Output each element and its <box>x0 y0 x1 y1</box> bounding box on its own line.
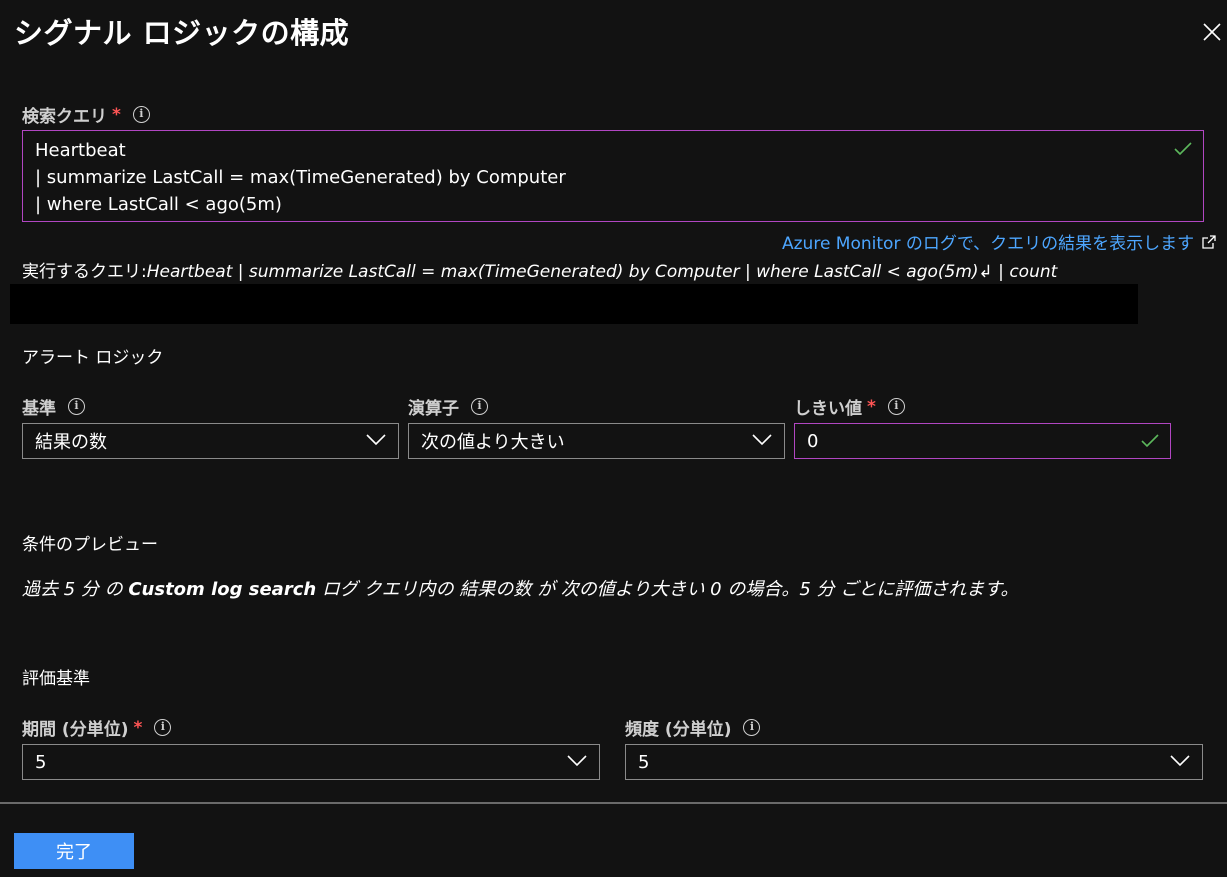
period-select-value: 5 <box>35 751 47 773</box>
checkmark-icon <box>1141 434 1159 448</box>
frequency-label-text: 頻度 (分単位) <box>625 720 732 740</box>
preview-text-part2: ログ クエリ内の 結果の数 が 次の値より大きい 0 の場合。5 分 ごとに評価… <box>316 579 1019 600</box>
required-mark: * <box>867 396 876 417</box>
search-query-label: 検索クエリ * i <box>22 102 150 127</box>
executed-query-label: 実行するクエリ: <box>22 262 147 282</box>
required-mark: * <box>133 717 143 738</box>
preview-text: 過去 5 分 の Custom log search ログ クエリ内の 結果の数… <box>22 575 1018 601</box>
info-icon[interactable]: i <box>68 398 85 415</box>
period-label-text: 期間 (分単位) <box>22 720 129 740</box>
view-results-link[interactable]: Azure Monitor のログで、クエリの結果を表示します <box>782 229 1216 254</box>
threshold-input-value: 0 <box>807 430 819 452</box>
frequency-label: 頻度 (分単位) i <box>625 715 761 740</box>
close-icon[interactable] <box>1198 18 1226 46</box>
basis-select[interactable]: 結果の数 <box>22 423 399 459</box>
threshold-input[interactable]: 0 <box>794 423 1171 459</box>
external-link-icon <box>1202 234 1216 249</box>
operator-label: 演算子 i <box>408 394 488 419</box>
search-query-input[interactable]: Heartbeat | summarize LastCall = max(Tim… <box>22 130 1204 222</box>
chevron-down-icon <box>366 434 386 446</box>
executed-query: 実行するクエリ:Heartbeat | summarize LastCall =… <box>22 257 1057 282</box>
executed-query-text: Heartbeat | summarize LastCall = max(Tim… <box>146 262 1058 282</box>
info-icon[interactable]: i <box>132 106 150 123</box>
operator-select[interactable]: 次の値より大きい <box>408 423 785 459</box>
info-icon[interactable]: i <box>887 398 905 415</box>
basis-label-text: 基準 <box>22 399 56 419</box>
info-icon[interactable]: i <box>471 398 488 415</box>
basis-label: 基準 i <box>22 394 85 419</box>
alert-logic-title: アラート ロジック <box>22 348 164 368</box>
page-title: シグナル ロジックの構成 <box>14 16 350 50</box>
preview-text-part1: 過去 5 分 の <box>22 579 129 600</box>
query-line: | summarize LastCall = max(TimeGenerated… <box>35 167 566 188</box>
period-select[interactable]: 5 <box>22 744 600 780</box>
query-line: Heartbeat <box>35 140 126 161</box>
chevron-down-icon <box>752 434 772 446</box>
operator-select-value: 次の値より大きい <box>421 432 565 453</box>
preview-text-bold: Custom log search <box>128 579 317 600</box>
chevron-down-icon <box>567 755 587 767</box>
search-query-label-text: 検索クエリ <box>22 107 107 127</box>
redacted-area <box>10 284 1138 324</box>
operator-label-text: 演算子 <box>408 399 459 419</box>
frequency-select-value: 5 <box>638 751 650 773</box>
info-icon[interactable]: i <box>743 719 761 736</box>
threshold-label: しきい値 * i <box>794 394 905 419</box>
basis-select-value: 結果の数 <box>35 432 107 453</box>
footer-divider <box>0 802 1227 804</box>
view-results-link-text: Azure Monitor のログで、クエリの結果を表示します <box>782 234 1195 254</box>
done-button[interactable]: 完了 <box>14 833 134 869</box>
required-mark: * <box>112 104 121 125</box>
threshold-label-text: しきい値 <box>794 399 862 419</box>
query-line: | where LastCall < ago(5m) <box>35 194 282 215</box>
chevron-down-icon <box>1170 755 1190 767</box>
period-label: 期間 (分単位) * i <box>22 715 172 740</box>
evaluation-title: 評価基準 <box>22 669 90 689</box>
info-icon[interactable]: i <box>154 719 172 736</box>
checkmark-icon <box>1174 142 1192 156</box>
preview-title: 条件のプレビュー <box>22 535 158 555</box>
frequency-select[interactable]: 5 <box>625 744 1203 780</box>
